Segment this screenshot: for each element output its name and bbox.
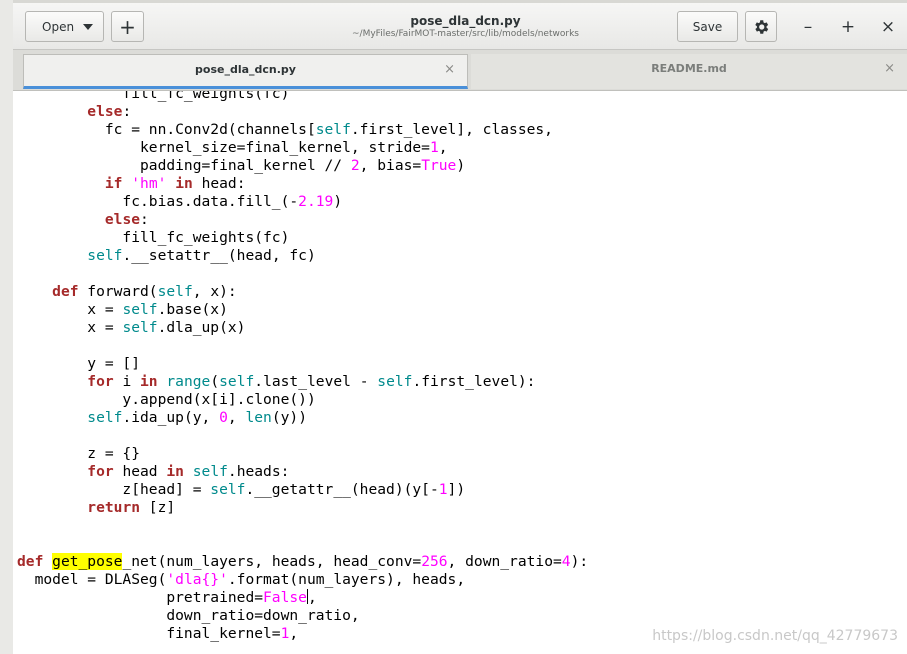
close-icon[interactable]: × bbox=[884, 54, 895, 84]
close-button[interactable]: × bbox=[877, 18, 899, 36]
tab-bar: pose_dla_dcn.py × README.md × bbox=[13, 50, 907, 91]
tab-label: README.md bbox=[651, 62, 727, 75]
new-tab-button[interactable]: + bbox=[111, 11, 144, 42]
code-text[interactable]: fill_fc_weights(fc) else: fc = nn.Conv2d… bbox=[17, 91, 588, 643]
window-subtitle: ~/MyFiles/FairMOT-master/src/lib/models/… bbox=[352, 29, 579, 39]
gear-icon bbox=[755, 19, 769, 34]
maximize-button[interactable]: + bbox=[837, 18, 859, 36]
chevron-down-icon bbox=[83, 24, 93, 30]
close-icon[interactable]: × bbox=[444, 55, 455, 85]
save-button[interactable]: Save bbox=[677, 11, 738, 42]
open-button[interactable]: Open bbox=[25, 11, 104, 42]
menu-button[interactable] bbox=[745, 11, 777, 42]
tab-label: pose_dla_dcn.py bbox=[195, 63, 296, 76]
minimize-button[interactable]: – bbox=[797, 18, 819, 36]
open-button-label: Open bbox=[42, 19, 75, 34]
window-title: pose_dla_dcn.py bbox=[410, 14, 521, 28]
header-bar: Open + pose_dla_dcn.py ~/MyFiles/FairMOT… bbox=[13, 3, 907, 50]
tab-pose-dla-dcn[interactable]: pose_dla_dcn.py × bbox=[23, 54, 468, 89]
watermark-text: https://blog.csdn.net/qq_42779673 bbox=[652, 628, 898, 644]
desktop-left-strip bbox=[0, 0, 14, 654]
tab-readme[interactable]: README.md × bbox=[471, 54, 907, 89]
code-editor[interactable]: fill_fc_weights(fc) else: fc = nn.Conv2d… bbox=[13, 91, 907, 654]
